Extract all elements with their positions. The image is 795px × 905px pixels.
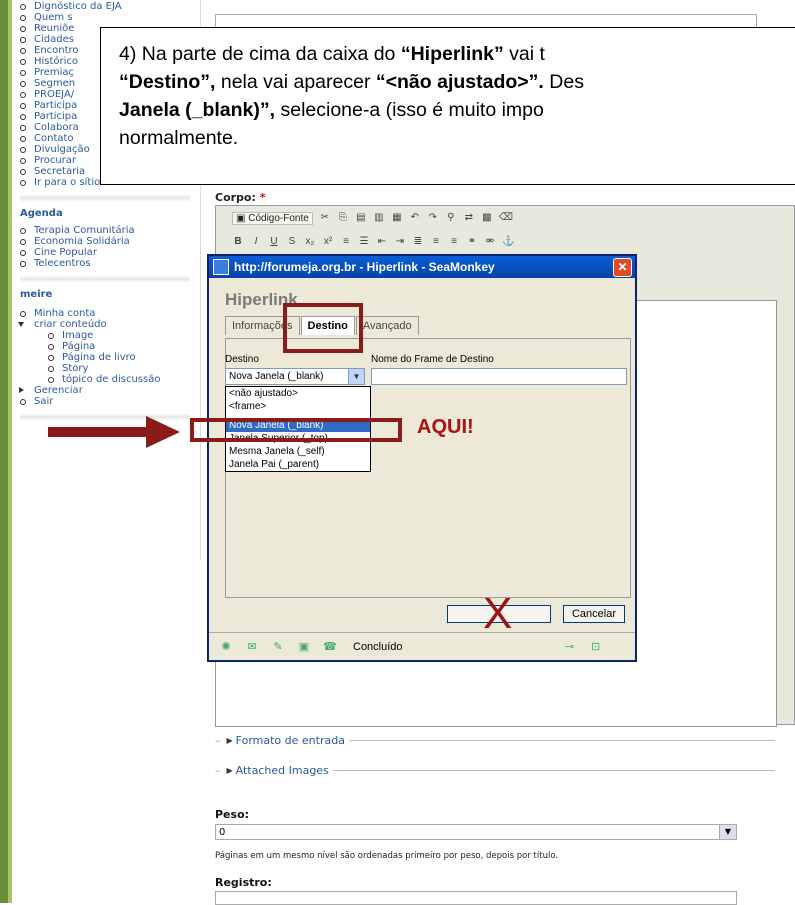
chevron-down-icon[interactable]: ▼ (348, 369, 364, 384)
dialog-titlebar: http://forumeja.org.br - Hiperlink - Sea… (209, 256, 635, 278)
dropdown-option[interactable]: Mesma Janela (_self) (226, 445, 370, 458)
status-text: Concluído (353, 640, 403, 653)
agenda-item[interactable]: Telecentros (14, 258, 200, 269)
subscript-icon[interactable]: x₂ (304, 236, 316, 248)
agenda-menu: Terapia Comunitária Economia Solidária C… (14, 225, 200, 269)
dropdown-option[interactable]: Janela Pai (_parent) (226, 458, 370, 471)
registry-label: Registro: (215, 876, 272, 889)
create-book-page-link[interactable]: Página de livro (14, 352, 200, 363)
replace-icon[interactable]: ⇄ (463, 212, 475, 224)
indent-icon[interactable]: ⇥ (394, 236, 406, 248)
weight-select[interactable]: 0 ▼ (215, 824, 737, 840)
create-topic-link[interactable]: tópico de discussão (14, 374, 200, 385)
my-account-link[interactable]: Minha conta (14, 308, 200, 319)
destination-label: Destino (225, 354, 259, 365)
create-story-link[interactable]: Story (14, 363, 200, 374)
paste-icon[interactable]: ▤ (355, 212, 367, 224)
pointer-arrow (48, 427, 148, 437)
numbered-list-icon[interactable]: ≡ (340, 236, 352, 248)
dialog-title: http://forumeja.org.br - Hiperlink - Sea… (234, 260, 495, 274)
align-left-icon[interactable]: ≣ (412, 236, 424, 248)
left-border-accent (8, 0, 12, 903)
navigator-icon[interactable]: ✺ (217, 641, 235, 653)
mail-icon[interactable]: ✉ (243, 641, 261, 653)
find-icon[interactable]: ⚲ (445, 212, 457, 224)
unlink-icon[interactable]: ⚮ (484, 236, 496, 248)
manage-link[interactable]: Gerenciar (14, 385, 200, 396)
frame-name-input[interactable] (371, 368, 627, 385)
superscript-icon[interactable]: x² (322, 236, 334, 248)
cut-icon[interactable]: ✂ (319, 212, 331, 224)
tab-advanced[interactable]: Avançado (355, 316, 419, 335)
editor-toolbar-row-1: ▣ Código-Fonte ✂ ⎘ ▤ ▥ ▦ ↶ ↷ ⚲ ⇄ ▩ ⌫ (232, 209, 513, 227)
anchor-icon[interactable]: ⚓ (502, 236, 514, 248)
input-format-fieldset[interactable]: – ▶ Formato de entrada (215, 734, 775, 747)
cancel-button[interactable]: Cancelar (563, 605, 625, 623)
x-mark: X (483, 589, 513, 638)
user-menu: Minha conta criar conteúdo Image Página … (14, 308, 200, 407)
agenda-item[interactable]: Terapia Comunitária (14, 225, 200, 236)
highlight-new-window-option (190, 418, 402, 442)
editor-toolbar-row-2: B I U S x₂ x² ≡ ☰ ⇤ ⇥ ≣ ≡ ≡ ⚭ ⚮ ⚓ (232, 233, 514, 251)
destination-select[interactable]: Nova Janela (_blank) ▼ (225, 368, 365, 385)
weight-help-text: Páginas em um mesmo nível são ordenadas … (215, 851, 559, 861)
align-center-icon[interactable]: ≡ (430, 236, 442, 248)
sidebar-item[interactable]: Quem s (14, 12, 200, 23)
weight-label: Peso: (215, 808, 250, 821)
status-bar: ✺ ✉ ✎ ▣ ☎ Concluído ⊸ ⊡ (209, 632, 635, 660)
sidebar-separator (20, 275, 190, 283)
body-label: Corpo: * (215, 191, 266, 204)
redo-icon[interactable]: ↷ (427, 212, 439, 224)
align-right-icon[interactable]: ≡ (448, 236, 460, 248)
link-icon[interactable]: ⚭ (466, 236, 478, 248)
select-all-icon[interactable]: ▩ (481, 212, 493, 224)
agenda-title: Agenda (20, 208, 63, 219)
underline-icon[interactable]: U (268, 236, 280, 248)
close-icon[interactable]: ✕ (613, 258, 632, 277)
create-page-link[interactable]: Página (14, 341, 200, 352)
agenda-item[interactable]: Economia Solidária (14, 236, 200, 247)
instruction-note: 4) Na parte de cima da caixa do “Hiperli… (100, 27, 795, 185)
agenda-item[interactable]: Cine Popular (14, 247, 200, 258)
composer-icon[interactable]: ✎ (269, 641, 287, 653)
remove-format-icon[interactable]: ⌫ (499, 212, 513, 224)
pointer-arrow-head (146, 416, 180, 448)
attached-images-fieldset[interactable]: – ▶ Attached Images (215, 764, 775, 777)
outdent-icon[interactable]: ⇤ (376, 236, 388, 248)
logout-link[interactable]: Sair (14, 396, 200, 407)
highlight-destination-tab (283, 303, 363, 353)
dropdown-option[interactable]: <não ajustado> (226, 387, 370, 400)
chevron-down-icon[interactable]: ▼ (719, 825, 736, 839)
required-mark: * (259, 191, 266, 204)
strike-icon[interactable]: S (286, 236, 298, 248)
hyperlink-dialog: http://forumeja.org.br - Hiperlink - Sea… (207, 254, 637, 662)
paste-word-icon[interactable]: ▦ (391, 212, 403, 224)
sidebar-separator (20, 194, 190, 202)
sidebar-item[interactable]: Dignóstico da EJA (14, 1, 200, 12)
italic-icon[interactable]: I (250, 236, 262, 248)
create-image-link[interactable]: Image (14, 330, 200, 341)
paste-text-icon[interactable]: ▥ (373, 212, 385, 224)
triangle-right-icon: ▶ (226, 765, 233, 775)
dropdown-option[interactable]: <frame> (226, 400, 370, 413)
create-content-link[interactable]: criar conteúdo (14, 319, 200, 330)
copy-icon[interactable]: ⎘ (337, 212, 349, 224)
address-book-icon[interactable]: ▣ (295, 641, 313, 653)
aqui-label: AQUI! (417, 416, 474, 438)
source-icon: ▣ (236, 212, 246, 224)
online-icon: ⊸ (564, 640, 575, 653)
bulleted-list-icon[interactable]: ☰ (358, 236, 370, 248)
source-button[interactable]: ▣ Código-Fonte (232, 211, 313, 225)
chat-icon[interactable]: ☎ (321, 641, 339, 653)
undo-icon[interactable]: ↶ (409, 212, 421, 224)
frame-name-label: Nome do Frame de Destino (371, 354, 494, 365)
bold-icon[interactable]: B (232, 236, 244, 248)
app-icon (213, 259, 229, 275)
triangle-right-icon: ▶ (226, 735, 233, 745)
user-title: meire (20, 289, 53, 300)
security-icon: ⊡ (590, 640, 601, 653)
